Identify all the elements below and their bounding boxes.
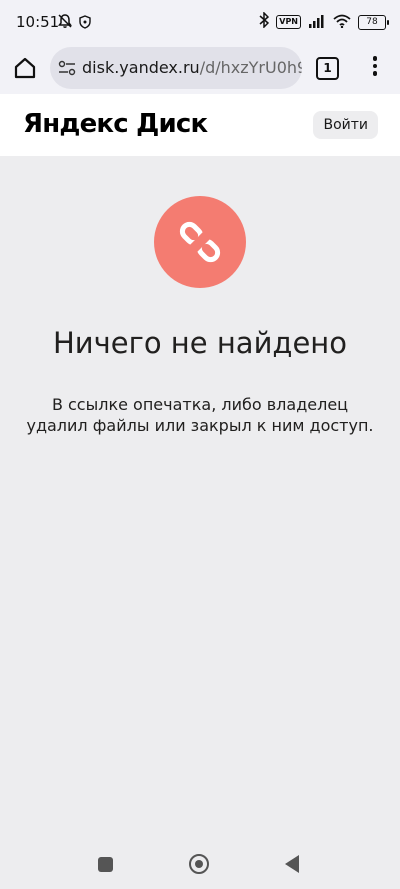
home-icon[interactable]	[12, 55, 38, 81]
page-header: Яндекс Диск Войти	[0, 94, 400, 156]
vpn-badge: VPN	[276, 15, 301, 29]
status-bar: 10:51 VPN 78	[0, 0, 400, 44]
bluetooth-icon	[259, 11, 270, 32]
address-bar[interactable]: disk.yandex.ru/d/hxzYrU0h9r	[50, 47, 302, 89]
not-found-content: Ничего не найдено В ссылке опечатка, либ…	[0, 156, 400, 816]
back-triangle-icon[interactable]	[285, 855, 299, 873]
home-circle-icon[interactable]	[189, 854, 209, 874]
shield-icon	[79, 14, 91, 33]
login-button[interactable]: Войти	[313, 111, 378, 139]
battery-indicator: 78	[358, 14, 389, 30]
system-nav-bar	[0, 836, 400, 889]
yandex-disk-logo[interactable]: Яндекс Диск	[23, 109, 208, 139]
url-host: disk.yandex.ru	[82, 58, 200, 77]
broken-link-icon	[154, 196, 246, 288]
signal-icon	[308, 13, 326, 32]
muted-bell-icon	[57, 13, 73, 33]
wifi-icon	[333, 13, 351, 32]
page-title: Ничего не найдено	[52, 326, 348, 360]
recent-apps-icon[interactable]	[98, 857, 113, 872]
tabs-icon[interactable]: 1	[316, 57, 339, 80]
browser-toolbar: disk.yandex.ru/d/hxzYrU0h9r 1	[0, 44, 400, 94]
site-settings-icon[interactable]	[58, 60, 76, 76]
status-time: 10:51	[16, 13, 60, 31]
more-vert-icon[interactable]	[367, 56, 383, 80]
url-path: /d/hxzYrU0h9r	[199, 58, 302, 77]
error-description: В ссылке опечатка, либо владелец удалил …	[26, 395, 374, 435]
url-text: disk.yandex.ru/d/hxzYrU0h9r	[82, 58, 302, 77]
